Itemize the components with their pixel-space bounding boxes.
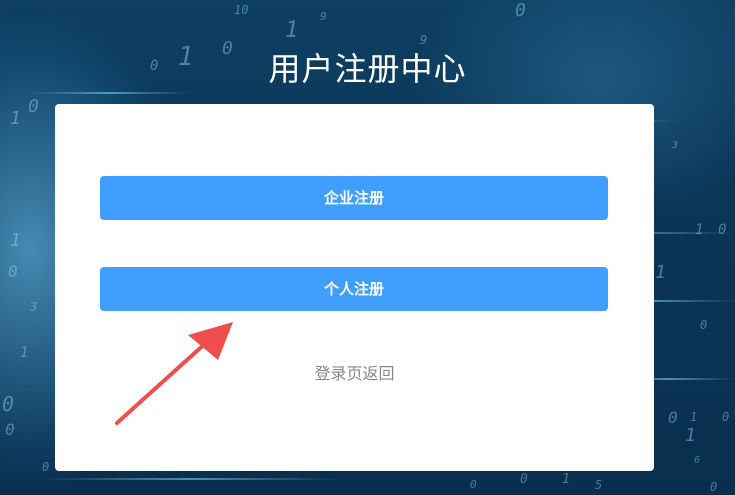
personal-register-button[interactable]: 个人注册 [100, 267, 608, 311]
bg-digit: 0 [28, 96, 39, 117]
bg-digit: 1 [685, 425, 696, 446]
light-streak [40, 478, 340, 480]
bg-digit: 9 [320, 10, 327, 23]
bg-digit: 0 [2, 392, 15, 416]
bg-digit: 0 [722, 410, 730, 424]
bg-digit: 0 [515, 0, 526, 21]
register-card: 企业注册 个人注册 登录页返回 [55, 104, 654, 471]
bg-digit: 0 [8, 262, 18, 281]
bg-digit: 0 [5, 420, 15, 439]
bg-digit: 6 [694, 455, 701, 466]
bg-digit: 0 [520, 472, 528, 487]
bg-digit: 1 [690, 410, 698, 424]
bg-digit: 0 [718, 222, 727, 238]
bg-digit: 0 [700, 318, 708, 332]
bg-digit: 10 [234, 3, 249, 17]
bg-digit: 0 [668, 408, 678, 427]
bg-digit: 1 [562, 472, 570, 487]
bg-digit: 0 [710, 480, 718, 494]
bg-digit: 3 [672, 140, 679, 151]
bg-digit: 1 [10, 230, 21, 251]
bg-digit: 0 [470, 478, 477, 491]
bg-digit: 1 [285, 18, 299, 43]
bg-digit: 5 [595, 478, 603, 492]
company-register-button[interactable]: 企业注册 [100, 176, 608, 220]
bg-digit: 3 [30, 300, 38, 314]
bg-digit: 0 [42, 460, 50, 474]
page-title: 用户注册中心 [268, 50, 467, 88]
light-streak [30, 92, 190, 94]
bg-digit: 1 [20, 345, 29, 361]
bg-digit: 1 [655, 262, 666, 283]
bg-digit: 1 [10, 108, 21, 129]
bg-digit: 1 [695, 222, 704, 238]
back-to-login-link[interactable]: 登录页返回 [55, 360, 654, 384]
